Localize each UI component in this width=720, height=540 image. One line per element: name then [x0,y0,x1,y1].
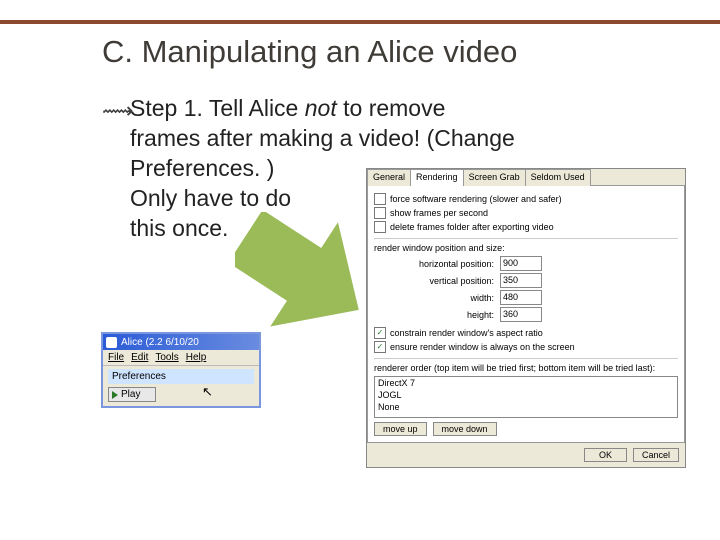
tab-seldom-used[interactable]: Seldom Used [525,169,591,186]
alice-play-button[interactable]: Play [108,387,156,402]
renderer-order-list[interactable]: DirectX 7 JOGL None [374,376,678,418]
chk-delete-frames-label: delete frames folder after exporting vid… [390,222,554,232]
renderer-item-jogl[interactable]: JOGL [375,389,677,401]
label-vpos: vertical position: [374,276,500,286]
alice-menu-file[interactable]: File [108,352,124,363]
slide: { "header": { "title": "C. Manipulating … [0,0,720,540]
alice-menu-edit[interactable]: Edit [131,352,148,363]
chk-show-fps-label: show frames per second [390,208,488,218]
input-hpos[interactable]: 900 [500,256,542,271]
alice-window: Alice (2.2 6/10/20 File Edit Tools Help … [101,332,261,408]
checkbox-icon: ✓ [374,341,386,353]
tab-rendering[interactable]: Rendering [410,169,464,186]
checkmark-icon: ✓ [377,329,384,337]
alice-preferences-item[interactable]: Preferences [108,369,254,384]
checkbox-icon [374,221,386,233]
row-width: width: 480 [374,290,678,305]
alice-menu-tools[interactable]: Tools [155,352,178,363]
section-order-label: renderer order (top item will be tried f… [374,363,678,373]
alice-logo-icon [106,337,117,348]
body-line5: this once. [130,215,228,241]
checkmark-icon: ✓ [377,343,384,351]
body-line1a: Step 1. Tell Alice [130,95,305,121]
section-size-label: render window position and size: [374,243,678,253]
header-divider [0,20,720,24]
alice-menubar: File Edit Tools Help [103,350,259,366]
checkbox-icon [374,193,386,205]
chk-ensure-label: ensure render window is always on the sc… [390,342,575,352]
tab-general[interactable]: General [367,169,411,186]
row-hpos: horizontal position: 900 [374,256,678,271]
cancel-button[interactable]: Cancel [633,448,679,462]
pref-footer: OK Cancel [367,443,685,467]
pref-tabs: General Rendering Screen Grab Seldom Use… [367,169,685,186]
label-height: height: [374,310,500,320]
divider [374,358,678,359]
label-hpos: horizontal position: [374,259,500,269]
checkbox-icon [374,207,386,219]
row-vpos: vertical position: 350 [374,273,678,288]
input-width[interactable]: 480 [500,290,542,305]
move-up-button[interactable]: move up [374,422,427,436]
body-line1b: to remove [337,95,446,121]
chk-force-software-label: force software rendering (slower and saf… [390,194,562,204]
divider [374,238,678,239]
alice-title-text: Alice (2.2 6/10/20 [121,337,199,348]
row-height: height: 360 [374,307,678,322]
order-buttons: move up move down [374,422,678,436]
ok-button[interactable]: OK [584,448,627,462]
label-width: width: [374,293,500,303]
body-not: not [305,95,337,121]
input-height[interactable]: 360 [500,307,542,322]
input-vpos[interactable]: 350 [500,273,542,288]
chk-ensure-onscreen[interactable]: ✓ ensure render window is always on the … [374,341,678,353]
alice-play-label: Play [121,389,140,400]
alice-titlebar: Alice (2.2 6/10/20 [103,334,259,350]
cursor-icon: ↖ [202,384,213,400]
arrow-icon [235,212,369,334]
chk-constrain-aspect[interactable]: ✓ constrain render window's aspect ratio [374,327,678,339]
chk-force-software[interactable]: force software rendering (slower and saf… [374,193,678,205]
tab-screengrab[interactable]: Screen Grab [463,169,526,186]
chk-constrain-label: constrain render window's aspect ratio [390,328,543,338]
body-line3: Preferences. ) [130,155,274,181]
alice-menu-help[interactable]: Help [186,352,207,363]
preferences-window: General Rendering Screen Grab Seldom Use… [366,168,686,468]
body-line2: frames after making a video! (Change [130,125,515,151]
pref-body: force software rendering (slower and saf… [367,185,685,443]
move-down-button[interactable]: move down [433,422,497,436]
renderer-item-dx7[interactable]: DirectX 7 [375,377,677,389]
checkbox-icon: ✓ [374,327,386,339]
bullet-glyph: ⟿ [102,98,134,124]
play-icon [112,391,118,399]
body-line4: Only have to do [130,185,291,211]
chk-show-fps[interactable]: show frames per second [374,207,678,219]
renderer-item-none[interactable]: None [375,401,677,413]
slide-title: C. Manipulating an Alice video [102,34,662,70]
chk-delete-frames[interactable]: delete frames folder after exporting vid… [374,221,678,233]
